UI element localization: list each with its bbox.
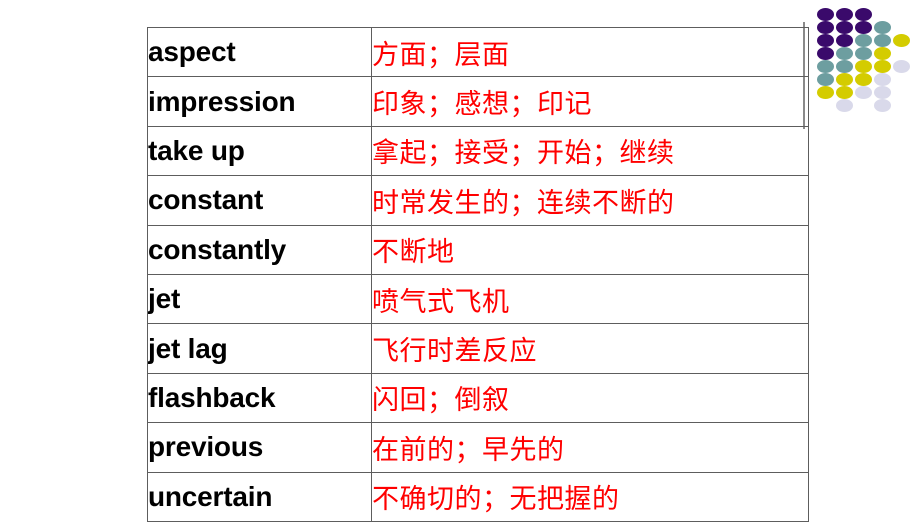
table-row: uncertain 不确切的；无把握的 xyxy=(147,471,809,522)
vocabulary-term: impression xyxy=(147,76,372,127)
dot-purple xyxy=(817,47,834,60)
dot-yellow xyxy=(817,86,834,99)
dot-purple xyxy=(836,21,853,34)
dot-yellow xyxy=(893,34,910,47)
dot-yellow xyxy=(836,73,853,86)
dot-teal xyxy=(874,21,891,34)
dot-yellow xyxy=(855,60,872,73)
dot-teal xyxy=(855,47,872,60)
vocabulary-definition: 喷气式飞机 xyxy=(371,273,809,325)
dot-purple xyxy=(817,21,834,34)
dot-yellow xyxy=(874,60,891,73)
vocabulary-definition: 闪回；倒叙 xyxy=(371,372,809,424)
vocabulary-definition: 拿起；接受；开始；继续 xyxy=(371,125,809,177)
vocabulary-term: uncertain xyxy=(147,471,372,522)
dot-purple xyxy=(817,8,834,21)
dot-yellow xyxy=(874,47,891,60)
table-row: jet 喷气式飞机 xyxy=(147,273,809,325)
vocabulary-term: constantly xyxy=(147,224,372,275)
vocabulary-term: jet xyxy=(147,273,372,325)
vocabulary-term: aspect xyxy=(147,26,372,78)
table-row: flashback 闪回；倒叙 xyxy=(147,372,809,424)
table-row: take up 拿起；接受；开始；继续 xyxy=(147,125,809,177)
dot-teal xyxy=(817,73,834,86)
dot-purple xyxy=(855,21,872,34)
vocabulary-definition: 方面；层面 xyxy=(371,26,809,78)
dot-teal xyxy=(855,34,872,47)
table-row: aspect 方面；层面 xyxy=(147,26,809,78)
dot-purple xyxy=(855,8,872,21)
dot-lavender xyxy=(836,99,853,112)
table-row: constant 时常发生的；连续不断的 xyxy=(147,175,809,226)
dot-teal xyxy=(874,34,891,47)
dot-teal xyxy=(836,60,853,73)
vocabulary-definition: 飞行时差反应 xyxy=(371,323,809,374)
vocabulary-definition: 在前的；早先的 xyxy=(371,422,809,473)
vocabulary-definition: 时常发生的；连续不断的 xyxy=(371,175,809,226)
table-row: jet lag 飞行时差反应 xyxy=(147,323,809,374)
vocabulary-term: flashback xyxy=(147,372,372,424)
vocabulary-definition: 不确切的；无把握的 xyxy=(371,471,809,522)
vocabulary-term: previous xyxy=(147,422,372,473)
vocabulary-term: take up xyxy=(147,125,372,177)
table-row: constantly 不断地 xyxy=(147,224,809,275)
table-row: impression 印象；感想；印记 xyxy=(147,76,809,127)
table-row: previous 在前的；早先的 xyxy=(147,422,809,473)
dot-yellow xyxy=(836,86,853,99)
dot-purple xyxy=(817,34,834,47)
dot-grid-ornament xyxy=(817,8,912,113)
dot-lavender xyxy=(874,86,891,99)
dot-lavender xyxy=(874,73,891,86)
dot-teal xyxy=(817,60,834,73)
dot-purple xyxy=(836,8,853,21)
dot-purple xyxy=(836,34,853,47)
dot-lavender xyxy=(893,60,910,73)
vocabulary-table-body: aspect 方面；层面 impression 印象；感想；印记 take up 拿起；接… xyxy=(147,26,809,522)
vocabulary-term: constant xyxy=(147,175,372,226)
vocabulary-term: jet lag xyxy=(147,323,372,374)
vocabulary-definition: 不断地 xyxy=(371,224,809,275)
vocabulary-table: aspect 方面；层面 impression 印象；感想；印记 take up 拿起；接… xyxy=(147,26,809,522)
dot-teal xyxy=(836,47,853,60)
dot-lavender xyxy=(874,99,891,112)
vocabulary-definition: 印象；感想；印记 xyxy=(371,76,809,127)
dot-lavender xyxy=(855,86,872,99)
dot-yellow xyxy=(855,73,872,86)
